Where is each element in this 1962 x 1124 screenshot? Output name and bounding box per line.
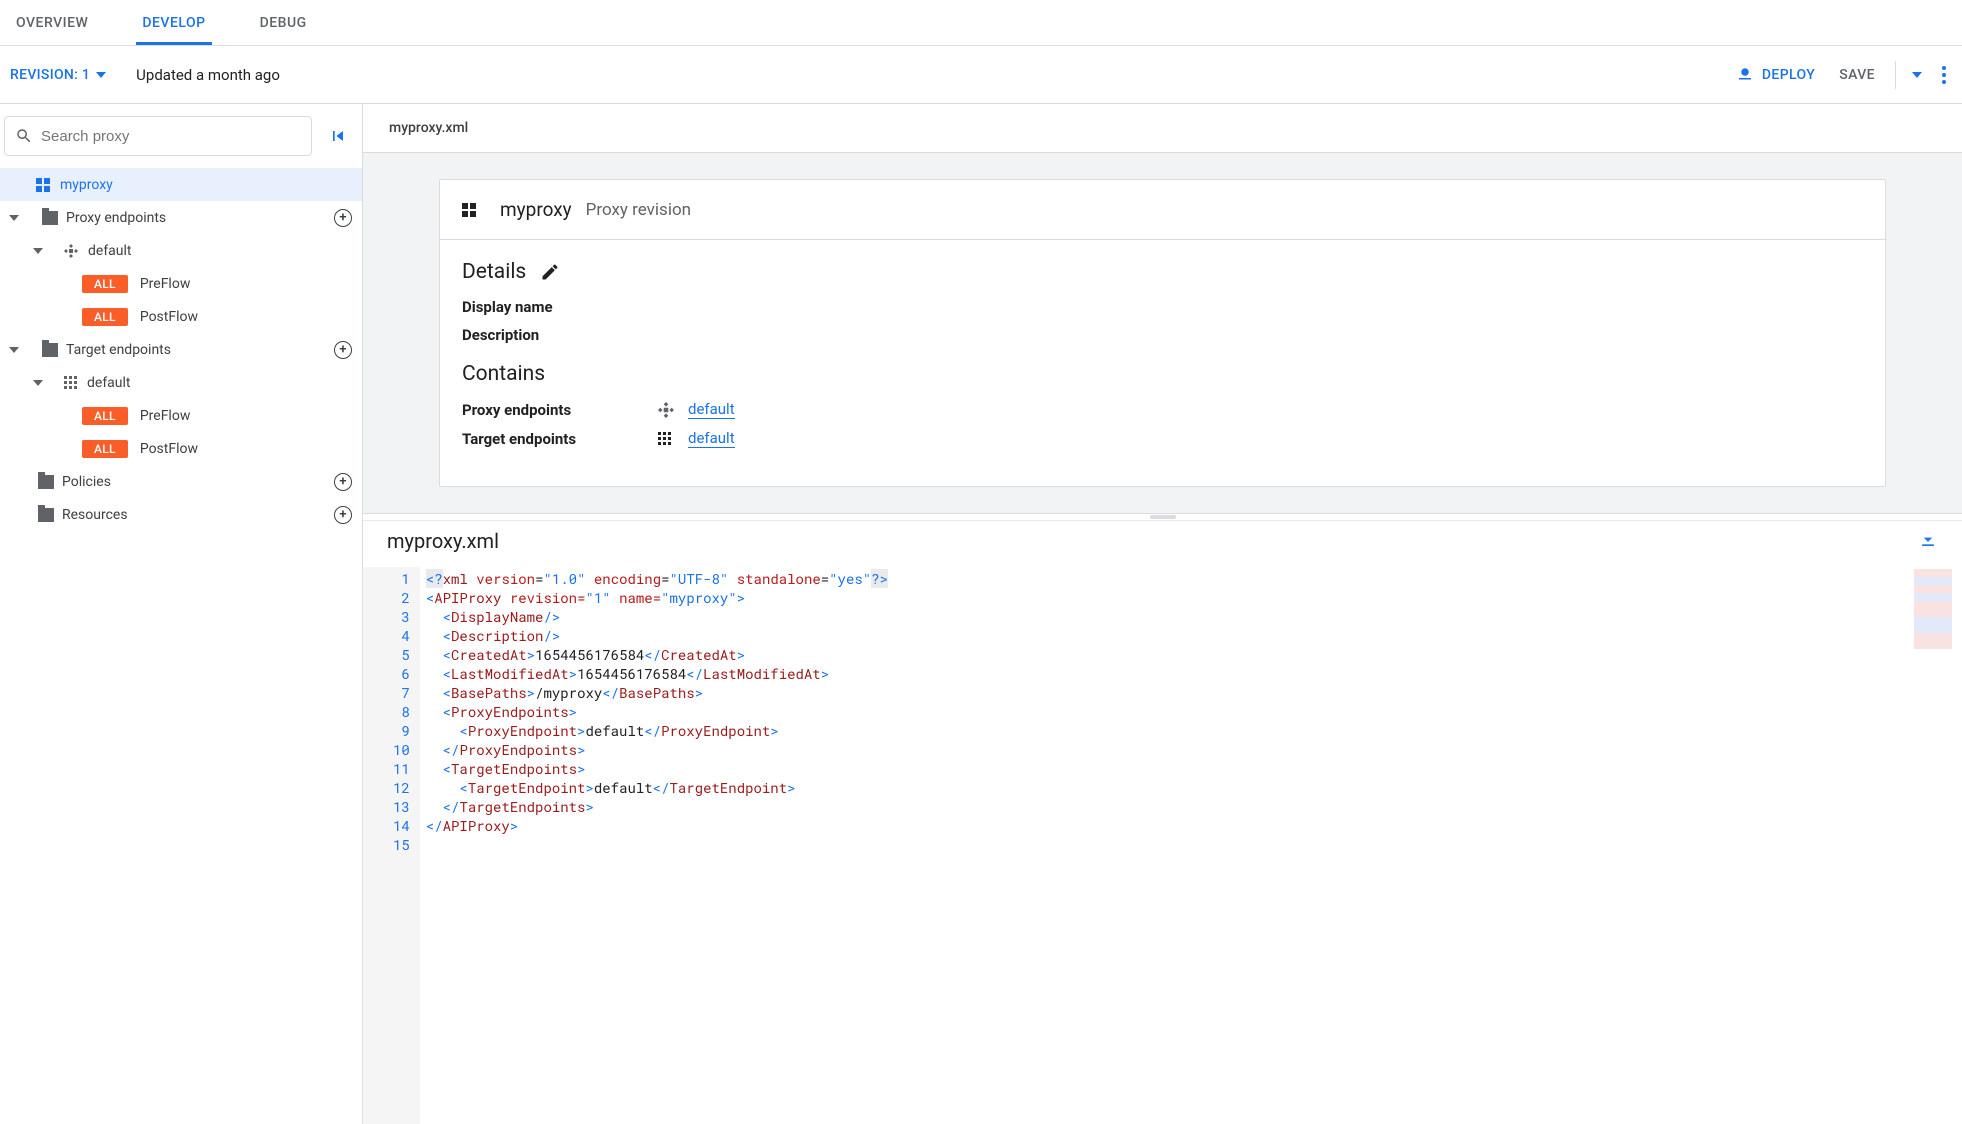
chevron-down-icon	[1912, 72, 1922, 78]
tree-label: Target endpoints	[66, 342, 171, 358]
sidebar: myproxy Proxy endpoints + default ALL Pr…	[0, 104, 363, 1124]
target-endpoints-label: Target endpoints	[462, 430, 658, 448]
proxy-endpoint-link[interactable]: default	[688, 400, 735, 419]
target-icon	[658, 432, 671, 445]
revision-label: REVISION: 1	[10, 67, 90, 83]
endpoint-icon	[64, 244, 78, 258]
search-input[interactable]	[41, 128, 301, 145]
tab-overview[interactable]: OVERVIEW	[10, 1, 94, 45]
tree-item-target-default[interactable]: default	[0, 366, 362, 399]
target-endpoint-link[interactable]: default	[688, 429, 735, 448]
caret-down-icon	[32, 377, 44, 389]
card-subtitle: Proxy revision	[586, 200, 691, 220]
tree-label: myproxy	[60, 177, 113, 193]
all-badge: ALL	[82, 407, 128, 425]
target-icon	[64, 376, 77, 389]
breadcrumb: myproxy.xml	[363, 104, 1962, 153]
tree-item-root[interactable]: myproxy	[0, 168, 362, 201]
all-badge: ALL	[82, 440, 128, 458]
deploy-icon	[1736, 66, 1754, 84]
minimap	[1914, 569, 1952, 649]
splitter-handle	[1150, 515, 1176, 519]
add-button[interactable]: +	[334, 506, 352, 524]
tree-label: Policies	[62, 474, 111, 490]
tree-item-resources[interactable]: Resources +	[0, 498, 362, 531]
code-editor[interactable]: 123456789101112131415 <?xml version="1.0…	[363, 567, 1962, 1124]
add-button[interactable]: +	[334, 473, 352, 491]
tree-item-proxy-endpoints[interactable]: Proxy endpoints +	[0, 201, 362, 234]
tree-label: PostFlow	[140, 309, 198, 325]
proxy-endpoints-label: Proxy endpoints	[462, 401, 658, 419]
tab-develop[interactable]: DEVELOP	[136, 1, 211, 45]
main-panel: myproxy.xml myproxy Proxy revision Detai…	[363, 104, 1962, 1124]
chevron-down-icon	[96, 72, 106, 78]
tree-label: default	[88, 243, 132, 259]
save-dropdown-button[interactable]	[1902, 72, 1932, 78]
divider	[1895, 61, 1896, 89]
code-filename: myproxy.xml	[387, 529, 499, 553]
folder-icon	[42, 343, 58, 357]
tree-item-target-endpoints[interactable]: Target endpoints +	[0, 333, 362, 366]
tree-item-proxy-postflow[interactable]: ALL PostFlow	[0, 300, 362, 333]
tree-label: PreFlow	[140, 408, 191, 424]
caret-down-icon	[32, 245, 44, 257]
display-name-label: Display name	[462, 298, 1863, 316]
tree-label: PostFlow	[140, 441, 198, 457]
folder-icon	[38, 508, 54, 522]
caret-down-icon	[8, 212, 20, 224]
collapse-sidebar-button[interactable]	[324, 122, 352, 150]
more-vert-icon	[1942, 66, 1946, 84]
all-badge: ALL	[82, 308, 128, 326]
sub-header: REVISION: 1 Updated a month ago DEPLOY S…	[0, 46, 1962, 104]
tree-label: PreFlow	[140, 276, 191, 292]
tree-item-policies[interactable]: Policies +	[0, 465, 362, 498]
edit-button[interactable]	[540, 262, 560, 282]
tree-label: Resources	[62, 507, 128, 523]
chevron-first-icon	[328, 126, 348, 146]
caret-down-icon	[8, 344, 20, 356]
code-area[interactable]: <?xml version="1.0" encoding="UTF-8" sta…	[420, 567, 1962, 1124]
all-badge: ALL	[82, 275, 128, 293]
pencil-icon	[540, 262, 560, 282]
more-menu-button[interactable]	[1932, 66, 1956, 84]
description-label: Description	[462, 326, 1863, 344]
gutter: 123456789101112131415	[363, 567, 420, 1124]
tree-item-proxy-default[interactable]: default	[0, 234, 362, 267]
proxy-icon	[462, 203, 476, 217]
code-header: myproxy.xml	[363, 521, 1962, 567]
tree-label: default	[87, 375, 131, 391]
card-title: myproxy	[500, 198, 572, 221]
tree-label: Proxy endpoints	[66, 210, 166, 226]
expand-code-button[interactable]	[1918, 531, 1938, 551]
tree-item-proxy-preflow[interactable]: ALL PreFlow	[0, 267, 362, 300]
updated-label: Updated a month ago	[136, 66, 280, 84]
tab-debug[interactable]: DEBUG	[254, 1, 313, 45]
folder-icon	[42, 211, 58, 225]
search-icon	[15, 127, 33, 145]
add-button[interactable]: +	[334, 341, 352, 359]
deploy-button[interactable]: DEPLOY	[1726, 66, 1825, 84]
search-box[interactable]	[4, 116, 312, 156]
chevron-down-bar-icon	[1918, 531, 1938, 551]
revision-dropdown[interactable]: REVISION: 1	[6, 67, 110, 83]
tree-item-target-postflow[interactable]: ALL PostFlow	[0, 432, 362, 465]
contains-heading: Contains	[462, 362, 545, 386]
splitter[interactable]	[363, 513, 1962, 521]
top-tabs: OVERVIEW DEVELOP DEBUG	[0, 0, 1962, 46]
proxy-icon	[36, 178, 50, 192]
save-button[interactable]: SAVE	[1825, 67, 1889, 83]
folder-icon	[38, 475, 54, 489]
tree-item-target-preflow[interactable]: ALL PreFlow	[0, 399, 362, 432]
details-card: myproxy Proxy revision Details Display n…	[439, 179, 1886, 487]
details-heading: Details	[462, 260, 526, 284]
add-button[interactable]: +	[334, 209, 352, 227]
deploy-label: DEPLOY	[1762, 67, 1815, 83]
endpoint-icon	[658, 402, 674, 418]
